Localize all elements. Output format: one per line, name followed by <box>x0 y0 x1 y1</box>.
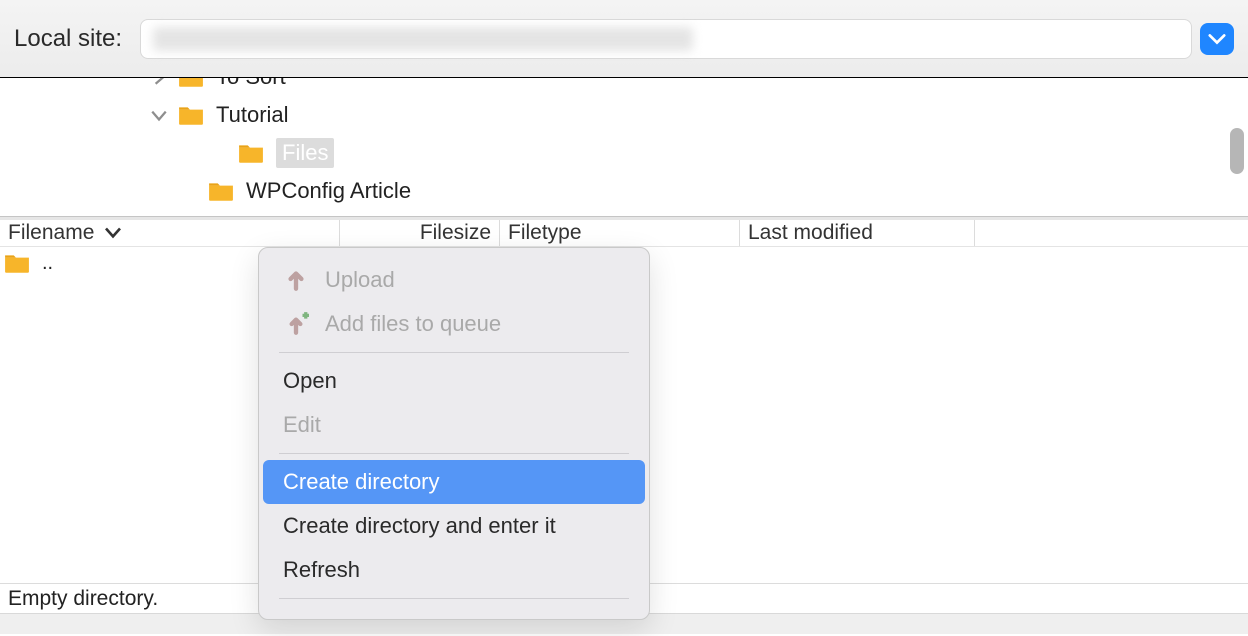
chevron-down-icon[interactable] <box>150 106 168 124</box>
col-lastmodified[interactable]: Last modified <box>740 220 975 246</box>
col-filetype[interactable]: Filetype <box>500 220 740 246</box>
cm-separator <box>279 598 629 599</box>
cm-create-directory-label: Create directory <box>283 469 440 495</box>
tree-scrollbar[interactable] <box>1228 84 1246 210</box>
sort-desc-icon <box>102 221 124 245</box>
col-filesize-label: Filesize <box>420 221 491 245</box>
chevron-right-icon[interactable] <box>150 78 168 86</box>
context-menu: Upload Add files to queue Open Edit Crea… <box>258 247 650 620</box>
cm-upload-label: Upload <box>325 267 395 293</box>
local-site-bar: Local site: <box>0 0 1248 78</box>
tree-item-to-sort[interactable]: To Sort <box>0 78 1248 96</box>
col-filesize[interactable]: Filesize <box>340 220 500 246</box>
cm-add-to-queue: Add files to queue <box>263 302 645 346</box>
cm-separator <box>279 453 629 454</box>
col-lastmodified-label: Last modified <box>748 221 873 245</box>
tree-item-tutorial[interactable]: Tutorial <box>0 96 1248 134</box>
folder-icon <box>178 78 204 88</box>
col-extra[interactable] <box>975 220 1248 246</box>
file-name: .. <box>42 252 53 275</box>
col-filename-label: Filename <box>8 221 94 245</box>
cm-open-label: Open <box>283 368 337 394</box>
cm-edit-label: Edit <box>283 412 321 438</box>
cm-edit: Edit <box>263 403 645 447</box>
col-filetype-label: Filetype <box>508 221 582 245</box>
cm-refresh-label: Refresh <box>283 557 360 583</box>
cm-refresh[interactable]: Refresh <box>263 548 645 592</box>
tree-item-wpconfig-article[interactable]: WPConfig Article <box>0 172 1248 210</box>
file-list-header: Filename Filesize Filetype Last modified <box>0 217 1248 247</box>
tree-item-label: To Sort <box>216 78 286 90</box>
cm-create-directory[interactable]: Create directory <box>263 460 645 504</box>
local-site-label: Local site: <box>14 25 122 53</box>
chevron-down-icon <box>1208 33 1226 45</box>
local-path-input[interactable] <box>140 19 1192 59</box>
tree-item-files[interactable]: Files <box>0 134 1248 172</box>
tree-item-label: Files <box>276 138 334 168</box>
local-path-value-blurred <box>153 27 693 51</box>
folder-icon <box>178 104 204 126</box>
folder-icon <box>208 180 234 202</box>
folder-icon <box>238 142 264 164</box>
upload-plus-icon <box>283 311 309 337</box>
cm-create-directory-enter-label: Create directory and enter it <box>283 513 556 539</box>
cm-separator <box>279 352 629 353</box>
cm-open[interactable]: Open <box>263 359 645 403</box>
tree-scrollbar-thumb[interactable] <box>1230 128 1244 174</box>
cm-create-directory-enter[interactable]: Create directory and enter it <box>263 504 645 548</box>
folder-tree[interactable]: To Sort Tutorial Files WPConfig Article <box>0 78 1248 216</box>
cm-add-to-queue-label: Add files to queue <box>325 311 501 337</box>
tree-item-label: Tutorial <box>216 102 289 128</box>
tree-item-label: WPConfig Article <box>246 178 411 204</box>
folder-icon <box>4 252 30 274</box>
path-dropdown-button[interactable] <box>1200 23 1234 55</box>
cm-upload: Upload <box>263 258 645 302</box>
status-text: Empty directory. <box>8 587 158 611</box>
